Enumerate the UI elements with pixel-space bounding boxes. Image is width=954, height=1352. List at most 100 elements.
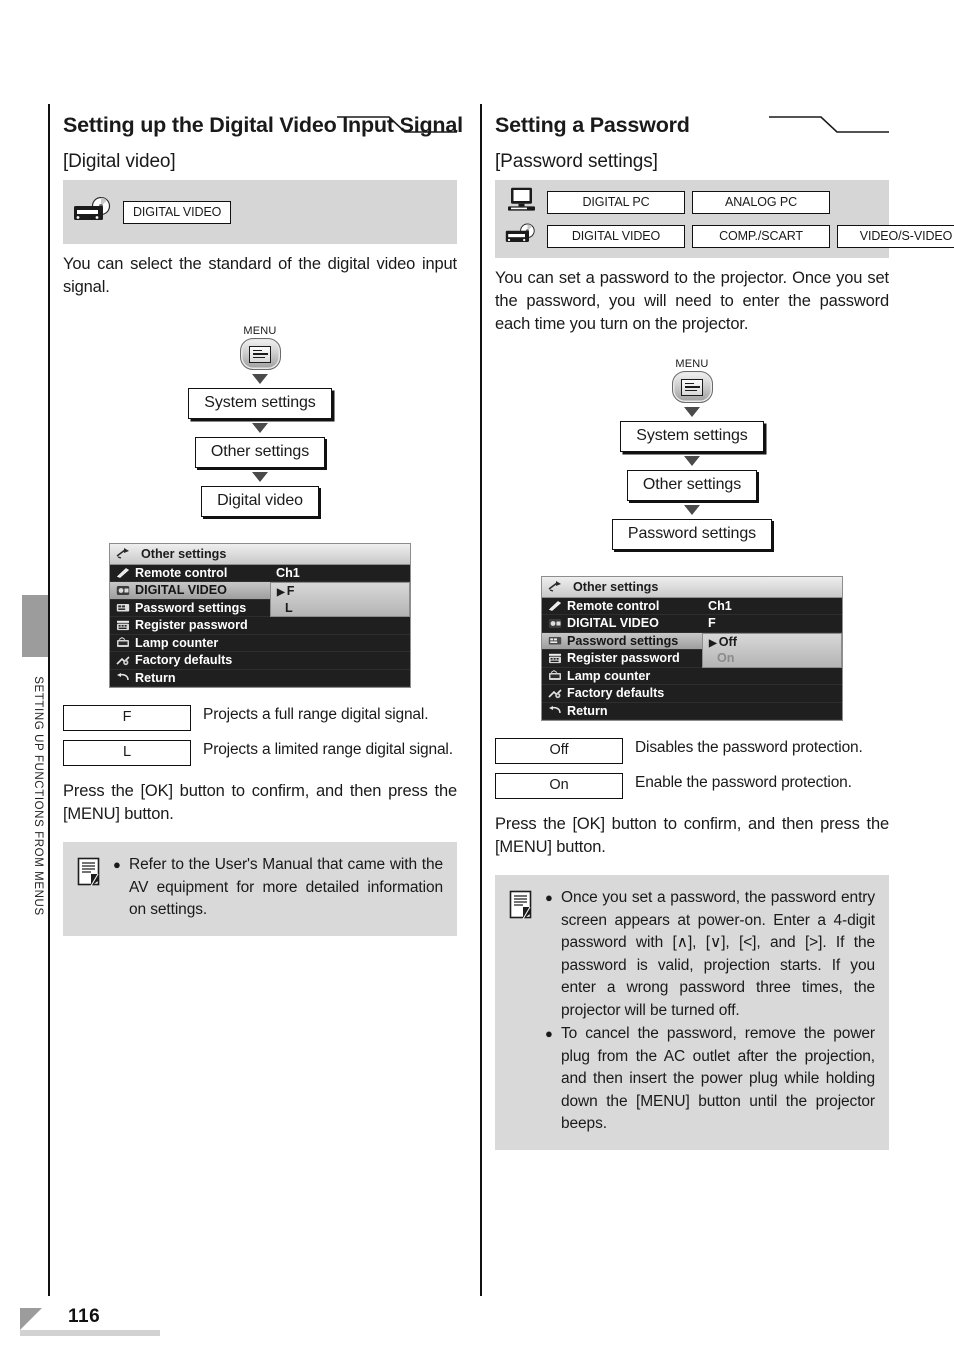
right-note-box: ● Once you set a password, the password … [495,875,889,1150]
osd-row[interactable]: Return [542,702,842,720]
flow-step-other-settings[interactable]: Other settings [194,437,326,468]
left-option-table: F Projects a full range digital signal. … [63,704,457,766]
menu-button-caption: MENU [675,358,709,370]
signal-row: DIGITAL PC ANALOG PC [505,187,954,218]
signal-row-list: DIGITAL PC ANALOG PC DIGITAL VIDEO COMP.… [505,187,954,251]
left-signal-banner: DIGITAL VIDEO [63,180,457,244]
sidebar-divider-rule [48,104,50,1296]
right-column: Setting a Password [Password settings] D… [495,112,954,1150]
osd-dropdown-popup[interactable]: ▶ Off On [702,632,842,668]
table-row: L Projects a limited range digital signa… [63,739,457,766]
osd-dropdown-option[interactable]: On [703,650,841,667]
osd-row-label: Remote control [567,598,660,613]
osd-row[interactable]: Return [110,669,410,687]
osd-dropdown-option-label: F [286,584,295,598]
note-memo-icon [77,857,103,892]
osd-row-label: DIGITAL VIDEO [567,616,659,631]
signal-tag-digital-video: DIGITAL VIDEO [123,200,232,224]
digital-video-icon [116,585,130,595]
osd-row-value: Ch1 [708,598,732,613]
menu-lines-icon [249,345,271,363]
return-icon [549,706,561,714]
selection-marker-icon: ▶ [277,587,285,598]
left-menu-flow: MENU System settings Other settings Digi… [63,325,457,517]
osd-row-label: Factory defaults [135,653,233,668]
register-password-icon [549,653,561,663]
osd-row-value: Ch1 [276,565,300,580]
osd-row[interactable]: Remote control Ch1 [542,597,842,615]
left-page-subtitle: [Digital video] [63,151,176,172]
osd-row-label: Factory defaults [567,686,665,701]
return-icon [117,673,129,681]
flow-step-password-settings[interactable]: Password settings [611,519,773,550]
osd-title-bar: Other settings [110,544,410,565]
option-key: F [63,705,191,731]
osd-title-bar: Other settings [542,577,842,598]
osd-row[interactable]: Factory defaults [542,685,842,703]
running-head: SETTING UP FUNCTIONS FROM MENUS [32,676,44,916]
flow-arrow-icon [684,456,700,466]
note-item-list: ● Refer to the User's Manual that came w… [113,854,443,922]
bullet-icon: ● [545,1026,553,1041]
list-item: ● Refer to the User's Manual that came w… [113,854,443,922]
other-settings-icon [548,581,561,592]
osd-row[interactable]: Remote control Ch1 [110,564,410,582]
left-page-title: Setting up the Digital Video Input Signa… [63,113,463,137]
osd-row[interactable]: Lamp counter [542,667,842,685]
right-option-table: Off Disables the password protection. On… [495,737,889,799]
flow-step-other-settings[interactable]: Other settings [626,470,758,501]
left-osd-screenshot: Other settings Remote control Ch1 DIGITA… [109,543,411,688]
osd-dropdown-option-selected[interactable]: ▶ F [271,583,409,600]
lamp-counter-icon [117,637,129,648]
left-note-box: ● Refer to the User's Manual that came w… [63,842,457,936]
right-press-note: Press the [OK] button to confirm, and th… [495,815,889,856]
osd-row-list: Remote control Ch1 DIGITAL VIDEO F Passw… [542,597,842,720]
list-item: ● Once you set a password, the password … [545,887,875,1022]
signal-tag-comp-scart: COMP./SCART [692,225,830,248]
av-player-icon [505,222,537,251]
flow-step-system-settings[interactable]: System settings [188,388,332,419]
osd-row[interactable]: Register password [110,617,410,635]
option-description: Enable the password protection. [635,774,852,791]
osd-row[interactable]: DIGITAL VIDEO F [542,615,842,633]
left-press-note: Press the [OK] button to confirm, and th… [63,782,457,823]
computer-monitor-icon [505,187,537,218]
selection-marker-icon: ▶ [709,637,717,649]
table-row: F Projects a full range digital signal. [63,704,457,731]
password-settings-icon [548,637,562,645]
other-settings-icon [116,548,129,559]
menu-button-icon[interactable] [671,371,713,403]
osd-row[interactable]: Lamp counter [110,634,410,652]
osd-dropdown-popup[interactable]: ▶ F L [270,582,410,617]
note-text: Refer to the User's Manual that came wit… [129,856,443,918]
left-intro-text: You can select the standard of the digit… [63,253,457,299]
right-page-title: Setting a Password [495,113,690,137]
flow-arrow-icon [252,374,268,384]
option-description: Disables the password protection. [635,739,863,756]
note-item-list: ● Once you set a password, the password … [545,887,875,1136]
av-player-icon [73,196,113,228]
menu-lines-icon [681,378,703,396]
lamp-counter-icon [549,670,561,681]
osd-row[interactable]: Factory defaults [110,652,410,670]
table-row: On Enable the password protection. [495,772,889,799]
osd-dropdown-option-selected[interactable]: ▶ Off [703,634,841,651]
osd-row-label: Return [567,703,608,718]
left-column: Setting up the Digital Video Input Signa… [63,112,463,936]
osd-row-label: Remote control [135,565,228,580]
flow-arrow-icon [252,472,268,482]
osd-title-label: Other settings [141,546,227,561]
right-intro-paragraph: You can set a password to the projector.… [495,269,889,333]
flow-step-digital-video[interactable]: Digital video [201,486,319,517]
flow-arrow-icon [252,423,268,433]
osd-dropdown-option-label: On [717,651,735,665]
menu-button-icon[interactable] [239,338,281,370]
osd-row-list: Remote control Ch1 DIGITAL VIDEO Passwor… [110,564,410,687]
flow-step-system-settings[interactable]: System settings [620,421,764,452]
signal-tag-digital-video: DIGITAL VIDEO [547,225,685,248]
option-key: Off [495,738,623,764]
right-menu-flow: MENU System settings Other settings Pass… [495,358,889,550]
note-memo-icon [509,890,535,925]
note-text: Once you set a password, the password en… [561,889,875,1019]
osd-dropdown-option[interactable]: L [271,600,409,617]
